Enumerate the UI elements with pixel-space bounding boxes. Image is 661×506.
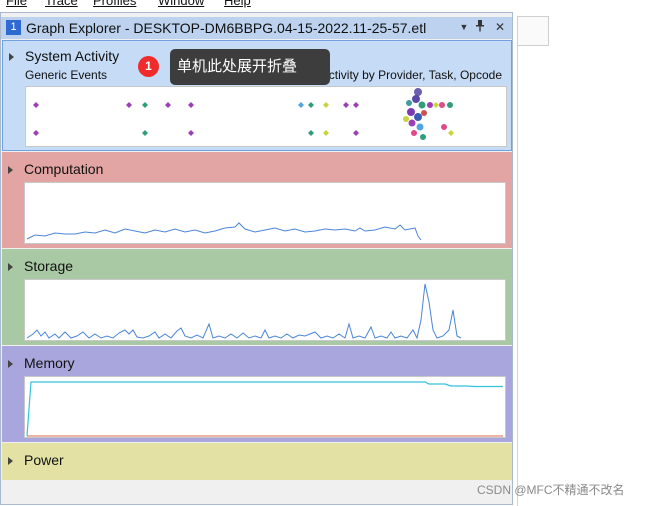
computation-graph[interactable] <box>24 182 506 244</box>
dropdown-icon[interactable]: ▼ <box>457 20 471 35</box>
section-computation[interactable]: Computation <box>2 152 512 248</box>
system-activity-graph[interactable] <box>25 86 507 147</box>
menu-bar: File Trace Profiles Window Help <box>0 0 515 10</box>
system-activity-subtitle: Generic Events <box>25 68 108 82</box>
storage-title: Storage <box>24 258 74 274</box>
system-activity-chart <box>33 88 454 140</box>
pin-icon[interactable] <box>473 20 487 35</box>
memory-chart <box>26 381 503 437</box>
memory-title: Memory <box>24 355 75 371</box>
menu-trace[interactable]: Trace <box>45 0 78 8</box>
tab-number-badge: 1 <box>6 20 21 35</box>
section-memory[interactable]: Memory <box>2 346 512 442</box>
expand-power-icon[interactable] <box>8 457 13 465</box>
system-activity-title: System Activity <box>25 48 120 64</box>
watermark: CSDN @MFC不精通不改名 <box>477 483 625 497</box>
annotation-tooltip: 单机此处展开折叠 <box>170 49 330 85</box>
menu-profiles[interactable]: Profiles <box>93 0 136 8</box>
computation-title: Computation <box>24 161 104 177</box>
window-title: Graph Explorer - DESKTOP-DM6BBPG.04-15-2… <box>26 20 427 36</box>
menu-window[interactable]: Window <box>158 0 204 8</box>
power-title: Power <box>24 452 64 468</box>
right-pane-tab[interactable] <box>517 16 549 46</box>
section-storage[interactable]: Storage <box>2 249 512 345</box>
expand-computation-icon[interactable] <box>8 166 13 174</box>
right-pane <box>517 16 661 506</box>
step-badge: 1 <box>138 56 159 77</box>
expand-storage-icon[interactable] <box>8 263 13 271</box>
computation-chart <box>26 222 422 241</box>
close-icon[interactable]: ✕ <box>493 20 507 35</box>
menu-help[interactable]: Help <box>224 0 251 8</box>
expand-memory-icon[interactable] <box>8 360 13 368</box>
menu-file[interactable]: File <box>6 0 27 8</box>
section-power[interactable]: Power <box>2 443 512 480</box>
expand-system-activity-icon[interactable] <box>9 53 14 61</box>
memory-graph[interactable] <box>24 376 506 438</box>
storage-graph[interactable] <box>24 279 506 341</box>
graph-explorer-titlebar: 1 Graph Explorer - DESKTOP-DM6BBPG.04-15… <box>1 17 512 39</box>
graph-label: Activity by Provider, Task, Opcode <box>320 68 502 82</box>
graph-explorer-panel: 1 Graph Explorer - DESKTOP-DM6BBPG.04-15… <box>0 12 513 505</box>
storage-chart <box>26 283 462 340</box>
